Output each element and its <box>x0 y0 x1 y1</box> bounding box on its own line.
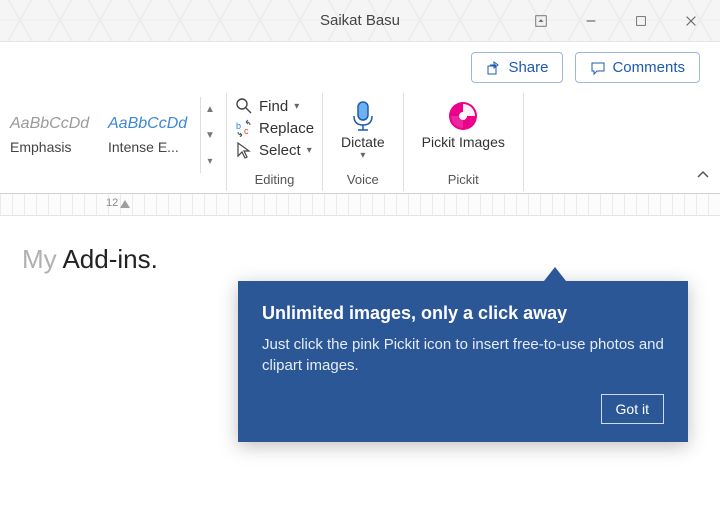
pickit-label: Pickit Images <box>422 135 505 150</box>
replace-button[interactable]: bc Replace <box>235 119 314 137</box>
chevron-down-icon: ▾ <box>294 101 299 112</box>
svg-text:b: b <box>236 121 241 131</box>
find-label: Find <box>259 98 288 115</box>
chevron-down-icon: ▾ <box>360 150 365 161</box>
pickit-group-label: Pickit <box>412 172 515 187</box>
style-intense-emphasis[interactable]: AaBbCcDd Intense E... <box>102 111 200 159</box>
collab-actions: Share Comments <box>0 42 720 93</box>
styles-scroll-up[interactable]: ▲ <box>201 97 219 121</box>
voice-group: Dictate ▾ Voice <box>323 93 404 191</box>
share-label: Share <box>508 59 548 76</box>
style-sample: AaBbCcDd <box>108 115 194 133</box>
style-name: Emphasis <box>10 139 96 155</box>
editing-group-label: Editing <box>235 172 314 187</box>
got-it-button[interactable]: Got it <box>601 394 664 424</box>
ribbon-display-options-button[interactable] <box>518 6 564 36</box>
doc-heading: Add-ins. <box>62 244 157 274</box>
callout-title: Unlimited images, only a click away <box>262 303 664 324</box>
styles-group: AaBbCcDd Emphasis AaBbCcDd Intense E... … <box>0 93 227 191</box>
ribbon: AaBbCcDd Emphasis AaBbCcDd Intense E... … <box>0 93 720 194</box>
comments-label: Comments <box>612 59 685 76</box>
style-sample: AaBbCcDd <box>10 115 96 133</box>
ruler[interactable]: 12 <box>0 194 720 216</box>
collapse-ribbon-button[interactable] <box>696 168 720 191</box>
ruler-mark: 12 <box>106 197 118 209</box>
select-label: Select <box>259 142 301 159</box>
title-bar: Saikat Basu <box>0 0 720 42</box>
got-it-label: Got it <box>616 401 649 417</box>
callout-body: Just click the pink Pickit icon to inser… <box>262 334 664 376</box>
doc-prefix: My <box>22 244 62 274</box>
chevron-down-icon: ▾ <box>307 145 312 156</box>
pickit-group: Pickit Images Pickit <box>404 93 524 191</box>
styles-gallery: AaBbCcDd Emphasis AaBbCcDd Intense E... … <box>4 97 218 173</box>
select-button[interactable]: Select ▾ <box>235 141 314 159</box>
editing-group: Find ▾ bc Replace Select ▾ Editing <box>227 93 323 191</box>
replace-icon: bc <box>235 119 253 137</box>
styles-scroll: ▲ ▼ ▾ <box>200 97 218 173</box>
dictate-button[interactable]: Dictate ▾ <box>331 97 395 163</box>
search-icon <box>235 97 253 115</box>
window-controls <box>518 6 714 36</box>
pickit-icon <box>446 99 480 133</box>
comment-icon <box>590 60 606 76</box>
dictate-label: Dictate <box>341 135 385 150</box>
find-button[interactable]: Find ▾ <box>235 97 314 115</box>
style-name: Intense E... <box>108 139 194 155</box>
account-name: Saikat Basu <box>320 12 400 29</box>
share-icon <box>486 60 502 76</box>
style-emphasis[interactable]: AaBbCcDd Emphasis <box>4 111 102 159</box>
close-button[interactable] <box>668 6 714 36</box>
share-button[interactable]: Share <box>471 52 563 83</box>
pickit-images-button[interactable]: Pickit Images <box>412 97 515 152</box>
cursor-icon <box>235 141 253 159</box>
voice-group-label: Voice <box>331 172 395 187</box>
maximize-button[interactable] <box>618 6 664 36</box>
minimize-button[interactable] <box>568 6 614 36</box>
comments-button[interactable]: Comments <box>575 52 700 83</box>
replace-label: Replace <box>259 120 314 137</box>
styles-expand[interactable]: ▾ <box>201 149 219 173</box>
microphone-icon <box>346 99 380 133</box>
svg-text:c: c <box>244 126 249 136</box>
pickit-callout: Unlimited images, only a click away Just… <box>238 281 688 442</box>
styles-scroll-down[interactable]: ▼ <box>201 123 219 147</box>
